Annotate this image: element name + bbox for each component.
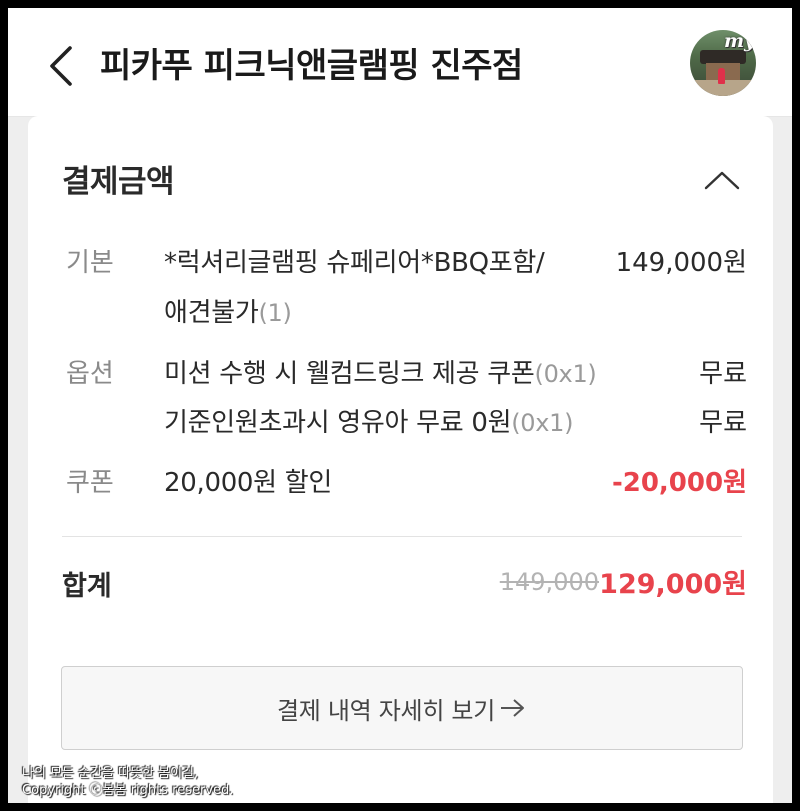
original-price: 149,000	[499, 568, 599, 596]
basic-item-line2: 애견불가(1)	[164, 298, 292, 328]
payment-detail-label: 결제 내역 자세히 보기	[276, 696, 495, 725]
collapse-button[interactable]	[700, 162, 744, 198]
watermark-line2: Copyright ⓒ봄봄 rights reserved.	[22, 783, 234, 798]
option-1-qty: (0x1)	[534, 360, 597, 388]
watermark: 나의 모든 순간을 따뜻한 봄이길, Copyright ⓒ봄봄 rights …	[22, 765, 233, 799]
option-label: 옵션	[66, 359, 114, 389]
option-1-price: 무료	[699, 359, 747, 389]
avatar[interactable]: my	[690, 30, 756, 96]
page-title: 피카푸 피크닉앤글램핑 진주점	[100, 46, 523, 86]
basic-qty: (1)	[258, 299, 292, 327]
coupon-label: 쿠폰	[66, 468, 114, 498]
back-button[interactable]	[40, 42, 80, 90]
coupon-discount: -20,000원	[611, 468, 747, 498]
top-app-bar: 피카푸 피크닉앤글램핑 진주점 my	[8, 8, 792, 117]
divider	[62, 536, 742, 537]
payment-card: 결제금액 기본 *럭셔리글램핑 슈페리어*BBQ포함/ 149,000원 애견불…	[28, 116, 773, 803]
chevron-up-icon	[704, 171, 740, 190]
avatar-badge: my	[724, 30, 756, 52]
option-item-1: 미션 수행 시 웰컴드링크 제공 쿠폰(0x1)	[164, 359, 597, 389]
arrow-right-icon	[501, 699, 524, 717]
basic-item-line1: *럭셔리글램핑 슈페리어*BBQ포함/	[164, 248, 545, 278]
option-2-qty: (0x1)	[511, 409, 574, 437]
section-title: 결제금액	[62, 164, 175, 200]
basic-label: 기본	[66, 248, 114, 278]
basic-price: 149,000원	[615, 248, 747, 278]
option-2-price: 무료	[699, 408, 747, 438]
option-item-2: 기준인원초과시 영유아 무료 0원(0x1)	[164, 408, 574, 438]
final-price: 129,000원	[599, 569, 747, 600]
coupon-text: 20,000원 할인	[164, 468, 332, 498]
payment-detail-button[interactable]: 결제 내역 자세히 보기	[61, 666, 743, 750]
total-label: 합계	[62, 571, 112, 602]
watermark-line1: 나의 모든 순간을 따뜻한 봄이길,	[22, 766, 199, 781]
back-arrow-icon	[50, 46, 72, 86]
app-frame: 피카푸 피크닉앤글램핑 진주점 my 결제금액 기본 *럭셔리글램핑 슈페리어*…	[8, 8, 792, 803]
